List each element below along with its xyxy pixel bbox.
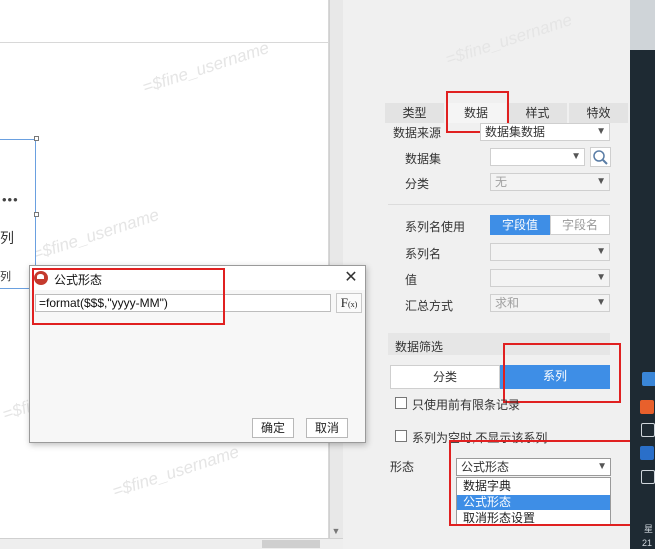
- watermark-text: =$fine_username: [140, 38, 272, 97]
- tab-type[interactable]: 类型: [385, 103, 444, 123]
- series-name-use-field-name[interactable]: 字段名: [550, 215, 610, 235]
- chevron-down-icon: ▼: [596, 126, 606, 137]
- highlight-box-formula: [32, 268, 225, 325]
- taskbar-top-area: [630, 0, 655, 50]
- limit-records-label: 只使用前有限条记录: [412, 398, 521, 412]
- section-divider: [388, 204, 610, 205]
- scroll-down-arrow-icon[interactable]: ▼: [329, 524, 343, 538]
- category-select[interactable]: 无 ▼: [490, 173, 610, 191]
- horizontal-scroll-thumb[interactable]: [262, 540, 320, 548]
- data-filter-label: 数据筛选: [395, 340, 444, 354]
- summary-value: 求和: [495, 296, 520, 310]
- highlight-box-form-dropdown: [449, 440, 633, 526]
- chevron-down-icon: ▼: [596, 297, 606, 308]
- watermark-text: =$fine_username: [30, 205, 162, 264]
- category-label: 分类: [405, 177, 430, 191]
- chart-properties-panel: =$fine_username 类型 数据 样式 特效 数据来源 数据集数据 ▼…: [343, 0, 633, 549]
- dataset-select[interactable]: ▼: [490, 148, 585, 166]
- limit-records-checkbox[interactable]: [395, 397, 407, 409]
- fx-subscript: (x): [347, 300, 358, 309]
- taskbar-clock-weekday: 星: [644, 524, 654, 534]
- series-name-use-label: 系列名使用: [405, 220, 466, 234]
- taskbar-app-icon[interactable]: [642, 372, 655, 386]
- series-name-label: 系列名: [405, 247, 442, 261]
- close-icon[interactable]: ✕: [342, 269, 360, 287]
- taskbar-clock-time: 21: [642, 538, 653, 548]
- resize-handle[interactable]: [34, 136, 39, 141]
- data-source-value: 数据集数据: [485, 125, 546, 139]
- tab-effects[interactable]: 特效: [569, 103, 628, 123]
- value-select[interactable]: ▼: [490, 269, 610, 287]
- system-taskbar: 星 21: [630, 0, 655, 549]
- taskbar-app-icon[interactable]: [640, 400, 654, 414]
- ok-button[interactable]: 确定: [252, 418, 294, 438]
- hide-null-series-checkbox[interactable]: [395, 430, 407, 442]
- summary-select[interactable]: 求和 ▼: [490, 294, 610, 312]
- function-editor-button[interactable]: F(x): [336, 293, 362, 313]
- canvas-row-line: [0, 42, 328, 43]
- dataset-search-button[interactable]: [590, 147, 611, 167]
- cancel-button[interactable]: 取消: [306, 418, 348, 438]
- chart-fragment-dots: •••: [2, 192, 19, 207]
- chart-fragment-text: 列: [0, 230, 14, 246]
- chevron-down-icon: ▼: [596, 176, 606, 187]
- chevron-down-icon: ▼: [571, 151, 581, 162]
- form-label: 形态: [390, 460, 415, 474]
- taskbar-monitor-icon[interactable]: [641, 470, 655, 484]
- chart-fragment-text-small: 列: [0, 271, 11, 283]
- category-value: 无: [495, 175, 508, 189]
- watermark-text: =$fine_username: [110, 442, 242, 501]
- highlight-box-series-tab: [503, 343, 621, 403]
- fx-label: F: [340, 295, 348, 310]
- data-source-label: 数据来源: [393, 126, 442, 140]
- taskbar-outlook-icon[interactable]: [640, 446, 654, 460]
- series-name-select[interactable]: ▼: [490, 243, 610, 261]
- value-label: 值: [405, 273, 418, 287]
- resize-handle[interactable]: [34, 212, 39, 217]
- filter-tab-category[interactable]: 分类: [390, 365, 500, 389]
- search-icon: [593, 150, 608, 165]
- chevron-down-icon: ▼: [596, 272, 606, 283]
- series-name-use-field-value[interactable]: 字段值: [490, 215, 550, 235]
- taskbar-window-icon[interactable]: [641, 423, 655, 437]
- dataset-label: 数据集: [405, 152, 442, 166]
- data-source-select[interactable]: 数据集数据 ▼: [480, 123, 610, 141]
- chevron-down-icon: ▼: [596, 246, 606, 257]
- summary-label: 汇总方式: [405, 299, 454, 313]
- watermark-text: =$fine_username: [443, 10, 575, 69]
- tab-style[interactable]: 样式: [508, 103, 567, 123]
